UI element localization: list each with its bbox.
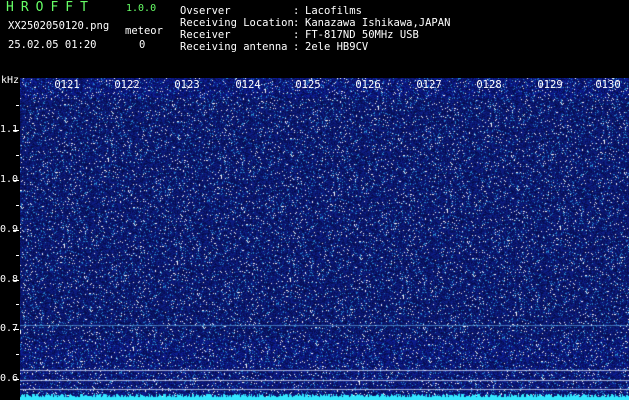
y-axis-minor-tick (16, 105, 19, 106)
meteor-label: meteor (125, 25, 163, 37)
info-separator: : (293, 29, 300, 41)
y-axis-minor-tick (16, 255, 19, 256)
y-axis-major-tick (13, 230, 19, 231)
spectrogram-waterfall (20, 78, 629, 400)
y-axis-major-tick (13, 130, 19, 131)
y-axis-minor-tick (16, 354, 19, 355)
y-axis-minor-tick (16, 155, 19, 156)
frequency-unit-label: kHz (1, 75, 20, 86)
y-axis-major-tick (13, 280, 19, 281)
info-separator: : (293, 5, 300, 17)
y-axis-major-tick (13, 329, 19, 330)
app-title: HROFFT (6, 0, 95, 15)
y-axis-minor-tick (16, 304, 19, 305)
info-value: 2ele HB9CV (305, 41, 369, 53)
meteor-count: 0 (139, 39, 146, 51)
info-value: Lacofilms (305, 5, 362, 17)
info-row-antenna: Receiving antenna:2ele HB9CV (180, 41, 368, 53)
info-row-receiver: Receiver: FT-817ND 50MHz USB (180, 29, 419, 41)
info-key: Receiving Location (180, 17, 294, 29)
info-key: Ovserver (180, 5, 231, 17)
info-value: FT-817ND 50MHz USB (305, 29, 419, 41)
info-key: Receiver (180, 29, 231, 41)
info-value: Kanazawa Ishikawa,JAPAN (305, 17, 451, 29)
info-separator: : (293, 41, 300, 53)
filename: XX2502050120.png (8, 20, 110, 32)
y-axis-major-tick (13, 379, 19, 380)
y-axis-minor-tick (16, 205, 19, 206)
info-row-location: Receiving Location: Kanazawa Ishikawa,JAP… (180, 17, 450, 29)
info-row-observer: Ovserver: Lacofilms (180, 5, 362, 17)
info-separator: : (293, 17, 300, 29)
datetime: 25.02.05 01:20 (8, 39, 97, 51)
app-version: 1.0.0 (126, 3, 157, 14)
info-key: Receiving antenna (180, 41, 288, 53)
y-axis-major-tick (13, 180, 19, 181)
